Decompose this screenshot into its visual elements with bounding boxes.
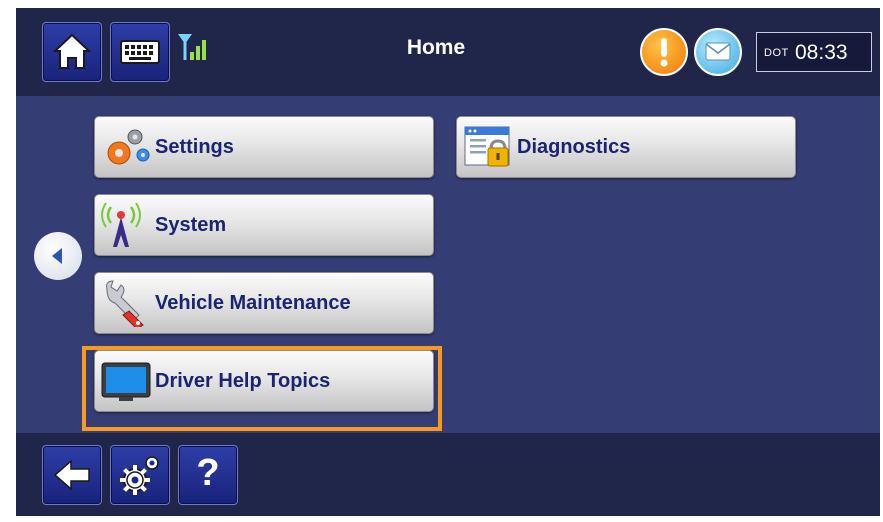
chevron-left-icon xyxy=(52,248,62,264)
diagnostics-button[interactable]: Diagnostics xyxy=(456,116,796,178)
settings-button[interactable]: Settings xyxy=(94,116,434,178)
gears-icon xyxy=(107,129,150,165)
gears-icon xyxy=(120,456,159,495)
previous-page-button[interactable] xyxy=(34,232,82,280)
clock-time: 08:33 xyxy=(795,41,848,64)
signal-icon xyxy=(178,34,206,60)
home-icon xyxy=(52,33,92,69)
vehicle-maintenance-button[interactable]: Vehicle Maintenance xyxy=(94,272,434,334)
dot-label: DOT xyxy=(764,47,789,59)
arrow-left-icon xyxy=(53,459,90,491)
top-bar: Home DOT 08:33 xyxy=(16,8,880,96)
settings-label: Settings xyxy=(155,136,234,158)
envelope-icon xyxy=(705,42,731,61)
page-title: Home xyxy=(406,36,466,59)
system-label: System xyxy=(155,214,227,236)
system-button[interactable]: System xyxy=(94,194,434,256)
device-screen: Home DOT 08:33 Settings System Vehicle M… xyxy=(16,8,880,516)
dot-clock[interactable]: DOT 08:33 xyxy=(756,32,872,72)
alert-button[interactable] xyxy=(640,28,688,76)
keyboard-icon xyxy=(120,40,160,64)
diagnostics-label: Diagnostics xyxy=(517,136,631,158)
messages-button[interactable] xyxy=(694,28,742,76)
back-button[interactable] xyxy=(42,445,102,505)
home-button[interactable] xyxy=(42,22,102,82)
help-button[interactable]: ? xyxy=(178,445,238,505)
bottom-bar: ? xyxy=(16,433,880,516)
help-label: ? xyxy=(196,452,220,494)
preferences-button[interactable] xyxy=(110,445,170,505)
keyboard-button[interactable] xyxy=(110,22,170,82)
selection-highlight xyxy=(82,346,442,431)
wrench-icon xyxy=(106,280,144,327)
antenna-icon xyxy=(101,202,141,247)
vehicle-maintenance-label: Vehicle Maintenance xyxy=(155,292,351,314)
alert-icon xyxy=(660,38,668,67)
locked-window-icon xyxy=(464,126,510,167)
